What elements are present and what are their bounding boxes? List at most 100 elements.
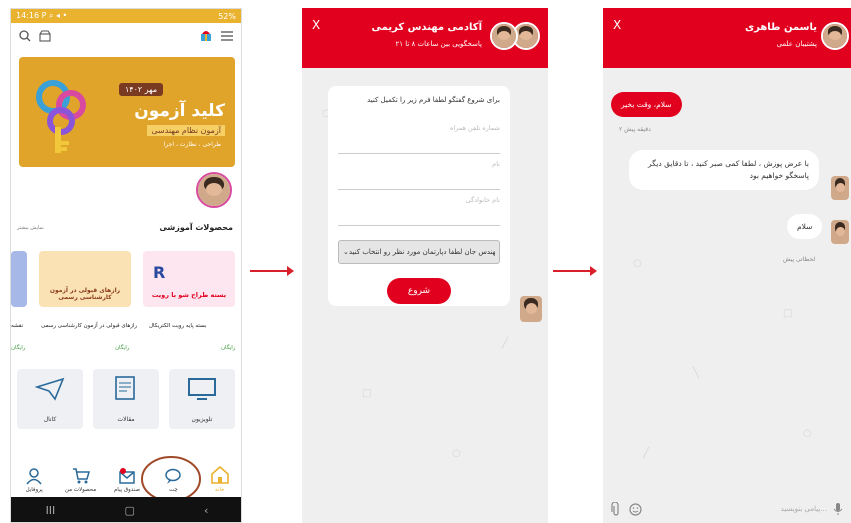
- top-bar: [11, 23, 241, 49]
- agent-role: پشتیبان علمی: [776, 40, 817, 48]
- flow-arrow: [553, 266, 597, 276]
- chat-conversation-screen: ○ □ ╲ ○ ╱ X یاسمن طاهری پشتیبان علمی سلا…: [603, 8, 851, 523]
- agent-photo: [823, 24, 847, 48]
- background-doodle: ╲: [693, 368, 700, 379]
- instructor-photo: [198, 174, 230, 206]
- recent-apps-button[interactable]: III: [46, 504, 56, 517]
- product-card[interactable]: بسته طراح شو با رویت R: [143, 251, 235, 307]
- menu-icon[interactable]: [221, 31, 233, 41]
- product-price: رایگان: [221, 345, 236, 351]
- close-button[interactable]: X: [312, 18, 320, 32]
- background-doodle: ○: [452, 448, 461, 459]
- mailbox-icon: [119, 468, 135, 484]
- agent-avatar: [821, 22, 849, 50]
- attachment-icon[interactable]: [611, 502, 621, 516]
- cart-icon: [72, 468, 90, 484]
- instructor-avatar[interactable]: [196, 172, 232, 208]
- message-bubble-user: سلام، وقت بخیر: [611, 92, 682, 117]
- status-icons: P ⌕ ◂ •: [41, 11, 68, 20]
- chat-form: برای شروع گفتگو لطفا فرم زیر را تکمیل کن…: [328, 86, 510, 306]
- card-red-label: بسته طراح شو با رویت: [151, 291, 227, 299]
- first-name-field[interactable]: نام: [338, 154, 500, 190]
- grid-item-tv[interactable]: تلویزیون: [169, 369, 235, 429]
- product-title: نقشه: [11, 323, 24, 329]
- emoji-icon[interactable]: [629, 502, 642, 516]
- nav-label: پروفایل: [25, 487, 43, 493]
- product-title: بسته پایه رویت الکتریکال: [149, 323, 207, 329]
- microphone-icon[interactable]: [833, 502, 843, 516]
- nav-label: محصولات من: [64, 487, 97, 493]
- agent-avatar-small: [520, 296, 542, 322]
- profile-icon: [26, 468, 42, 485]
- nav-home[interactable]: خانه: [200, 465, 240, 493]
- agent-avatar-small: [831, 176, 849, 200]
- message-bubble-agent: با عرض پوزش ، لطفا کمی صبر کنید ، تا دقا…: [629, 150, 819, 190]
- grid-item-channel[interactable]: کانال: [17, 369, 83, 429]
- gift-icon[interactable]: [199, 30, 213, 42]
- keys-illustration: [36, 80, 86, 153]
- battery-level: 52%: [218, 11, 236, 21]
- chat-title: آکادمی مهندس کریمی: [371, 22, 482, 33]
- back-button[interactable]: ‹: [204, 504, 208, 517]
- background-doodle: □: [783, 308, 793, 319]
- nav-profile[interactable]: پروفایل: [14, 467, 54, 493]
- close-button[interactable]: X: [613, 18, 621, 32]
- tv-icon: [188, 378, 216, 400]
- product-card[interactable]: رازهای قبولی در آزمون کارشناسی رسمی: [39, 251, 131, 307]
- start-button[interactable]: شروع: [387, 278, 451, 304]
- form-intro: برای شروع گفتگو لطفا فرم زیر را تکمیل کن…: [367, 96, 500, 104]
- department-select[interactable]: ⌄ مهندس جان لطفا دپارتمان مورد نظر رو ان…: [338, 240, 500, 264]
- grid-item-articles[interactable]: مقالات: [93, 369, 159, 429]
- paper-plane-icon: [35, 377, 65, 401]
- banner-subtitle: آزمون نظام مهندسی: [147, 125, 225, 136]
- chat-header: X آکادمی مهندس کریمی پاسخگویی بین ساعات …: [302, 8, 548, 68]
- nav-label: صندوق پیام: [113, 487, 141, 493]
- background-doodle: ╱: [643, 448, 650, 459]
- show-more-link[interactable]: نمایش بیشتر: [17, 225, 44, 231]
- shop-icon[interactable]: [39, 30, 51, 42]
- agent-avatar-small: [831, 220, 849, 244]
- bottom-navigation: پروفایل محصولات من صندوق پیام چت خانه: [11, 457, 241, 497]
- status-bar: 14:16 P ⌕ ◂ • 52%: [11, 9, 241, 23]
- promo-banner[interactable]: مهر ۱۴۰۲ کلید آزمون آزمون نظام مهندسی طر…: [19, 57, 235, 167]
- product-card[interactable]: [11, 251, 27, 307]
- background-doodle: ╱: [502, 338, 509, 349]
- agent-photo: [492, 24, 516, 48]
- agent-photo: [831, 176, 849, 200]
- banner-caption: طراحی ، نظارت ، اجرا: [163, 141, 221, 148]
- nav-my-products[interactable]: محصولات من: [61, 467, 101, 493]
- message-time: لحظاتی پیش: [783, 256, 816, 263]
- article-icon: [115, 376, 135, 400]
- message-bubble-agent: سلام: [787, 214, 823, 239]
- agent-avatar: [490, 22, 518, 50]
- card-red-logo: R: [153, 263, 166, 282]
- chat-header: X یاسمن طاهری پشتیبان علمی: [603, 8, 851, 68]
- chat-hours: پاسخگویی بین ساعات ۸ تا ۲۱: [395, 40, 482, 48]
- last-name-field[interactable]: نام خانوادگی: [338, 190, 500, 226]
- grid-label: تلویزیون: [191, 416, 213, 423]
- app-home-screen: 14:16 P ⌕ ◂ • 52% مهر ۱۴۰۲ کلید آزمون آز…: [10, 8, 242, 523]
- home-icon: [210, 465, 229, 484]
- agent-name: یاسمن طاهری: [744, 22, 817, 33]
- product-price: رایگان: [115, 345, 130, 351]
- search-icon[interactable]: [19, 30, 31, 42]
- agent-photo: [831, 220, 849, 244]
- card-yellow-label: رازهای قبولی در آزمون کارشناسی رسمی: [49, 287, 121, 301]
- section-header: نمایش بیشتر محصولات آموزشی: [17, 223, 233, 232]
- message-time: ۲ دقیقه پیش: [619, 126, 651, 133]
- background-doodle: □: [362, 388, 372, 399]
- home-button[interactable]: ▢: [124, 504, 134, 517]
- background-doodle: ○: [803, 428, 812, 439]
- message-input-bar: پیامی بنویسید...: [603, 495, 851, 523]
- banner-title: کلید آزمون: [134, 101, 225, 121]
- android-nav-bar: III ▢ ‹: [11, 497, 241, 522]
- section-title: محصولات آموزشی: [159, 223, 233, 232]
- phone-field[interactable]: شماره تلفن همراه: [338, 118, 500, 154]
- flow-arrow: [250, 266, 294, 276]
- banner-tag: مهر ۱۴۰۲: [119, 83, 164, 96]
- message-input[interactable]: پیامی بنویسید...: [781, 505, 827, 513]
- agent-photo: [520, 296, 542, 322]
- background-doodle: ○: [633, 258, 642, 269]
- product-title: رازهای قبولی در آزمون کارشناسی رسمی: [41, 323, 138, 329]
- product-price: رایگان: [11, 345, 26, 351]
